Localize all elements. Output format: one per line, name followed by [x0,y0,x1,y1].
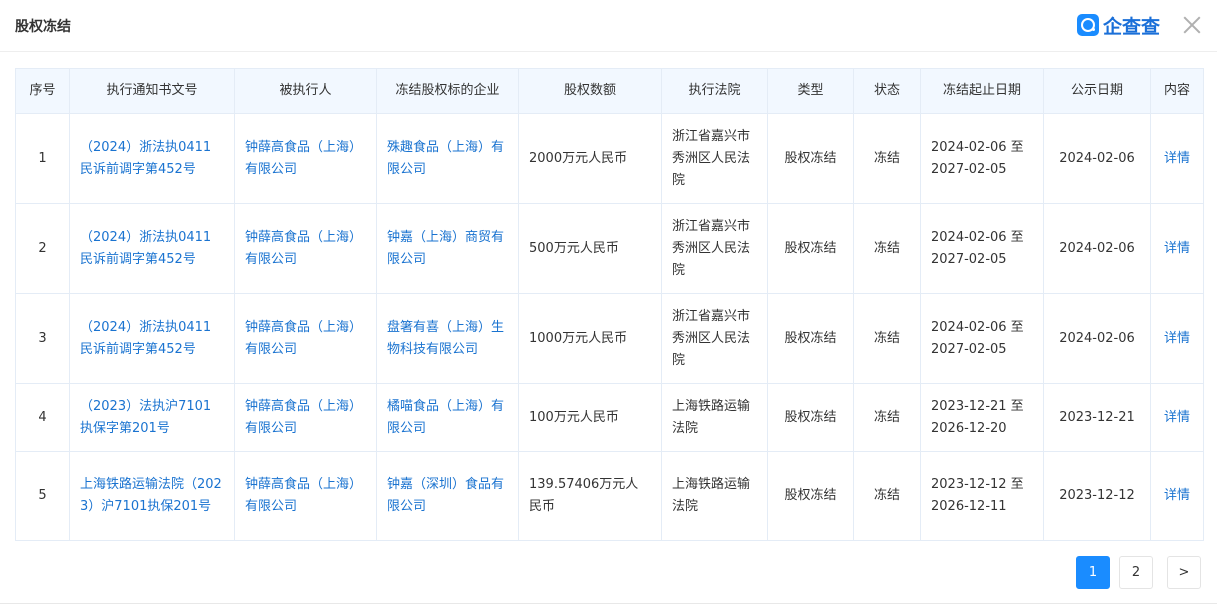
col-header-executed: 被执行人 [234,68,377,114]
target-company-link[interactable]: 钟嘉（上海）商贸有限公司 [376,203,519,294]
row-index: 2 [15,203,70,294]
equity-amount: 500万元人民币 [518,203,662,294]
freeze-period: 2023-12-21 至 2026-12-20 [920,383,1044,452]
freeze-period: 2023-12-12 至 2026-12-11 [920,451,1044,541]
next-page-button[interactable]: > [1167,556,1201,589]
dialog-title: 股权冻结 [15,19,71,35]
equity-amount: 1000万元人民币 [518,293,662,384]
page-button-2[interactable]: 2 [1119,556,1153,589]
freeze-status: 冻结 [853,383,921,452]
target-company-link[interactable]: 橘喵食品（上海）有限公司 [376,383,519,452]
equity-freeze-table: 序号 执行通知书文号 被执行人 冻结股权标的企业 股权数额 执行法院 类型 状态… [15,68,1204,541]
court-name: 上海铁路运输法院 [661,451,768,541]
target-company-link[interactable]: 盘箸有喜（上海）生物科技有限公司 [376,293,519,384]
executed-party-link[interactable]: 钟薛高食品（上海）有限公司 [234,293,377,384]
col-header-status: 状态 [853,68,921,114]
freeze-type: 股权冻结 [767,203,854,294]
col-header-period: 冻结起止日期 [920,68,1044,114]
row-index: 4 [15,383,70,452]
publish-date: 2024-02-06 [1043,113,1151,204]
row-index: 3 [15,293,70,384]
court-name: 浙江省嘉兴市秀洲区人民法院 [661,113,768,204]
col-header-type: 类型 [767,68,854,114]
table-row: 3 （2024）浙法执0411民诉前调字第452号 钟薛高食品（上海）有限公司 … [15,293,1204,384]
row-index: 1 [15,113,70,204]
detail-link[interactable]: 详情 [1150,113,1204,204]
doc-no-link[interactable]: （2024）浙法执0411民诉前调字第452号 [69,203,235,294]
detail-link[interactable]: 详情 [1150,451,1204,541]
court-name: 浙江省嘉兴市秀洲区人民法院 [661,203,768,294]
col-header-content: 内容 [1150,68,1204,114]
table-row: 5 上海铁路运输法院（2023）沪7101执保201号 钟薛高食品（上海）有限公… [15,451,1204,541]
doc-no-link[interactable]: 上海铁路运输法院（2023）沪7101执保201号 [69,451,235,541]
court-name: 上海铁路运输法院 [661,383,768,452]
table-row: 4 （2023）法执沪7101执保字第201号 钟薛高食品（上海）有限公司 橘喵… [15,383,1204,452]
col-header-court: 执行法院 [661,68,768,114]
freeze-type: 股权冻结 [767,383,854,452]
page-button-1[interactable]: 1 [1076,556,1110,589]
dialog-header: 股权冻结 企查查 [0,0,1217,52]
col-header-target: 冻结股权标的企业 [376,68,519,114]
equity-amount: 139.57406万元人民币 [518,451,662,541]
freeze-status: 冻结 [853,113,921,204]
publish-date: 2024-02-06 [1043,203,1151,294]
executed-party-link[interactable]: 钟薛高食品（上海）有限公司 [234,203,377,294]
target-company-link[interactable]: 钟嘉（深圳）食品有限公司 [376,451,519,541]
doc-no-link[interactable]: （2024）浙法执0411民诉前调字第452号 [69,113,235,204]
equity-amount: 2000万元人民币 [518,113,662,204]
bottom-divider [0,603,1217,604]
publish-date: 2023-12-12 [1043,451,1151,541]
target-company-link[interactable]: 殊趣食品（上海）有限公司 [376,113,519,204]
publish-date: 2024-02-06 [1043,293,1151,384]
doc-no-link[interactable]: （2023）法执沪7101执保字第201号 [69,383,235,452]
executed-party-link[interactable]: 钟薛高食品（上海）有限公司 [234,113,377,204]
table-row: 1 （2024）浙法执0411民诉前调字第452号 钟薛高食品（上海）有限公司 … [15,113,1204,204]
detail-link[interactable]: 详情 [1150,293,1204,384]
row-index: 5 [15,451,70,541]
detail-link[interactable]: 详情 [1150,203,1204,294]
table-row: 2 （2024）浙法执0411民诉前调字第452号 钟薛高食品（上海）有限公司 … [15,203,1204,294]
freeze-status: 冻结 [853,293,921,384]
freeze-type: 股权冻结 [767,113,854,204]
freeze-type: 股权冻结 [767,293,854,384]
court-name: 浙江省嘉兴市秀洲区人民法院 [661,293,768,384]
brand-logo: 企查查 [1077,12,1160,38]
col-header-index: 序号 [15,68,70,114]
close-icon[interactable] [1180,13,1204,37]
freeze-type: 股权冻结 [767,451,854,541]
freeze-period: 2024-02-06 至 2027-02-05 [920,293,1044,384]
col-header-pub-date: 公示日期 [1043,68,1151,114]
freeze-period: 2024-02-06 至 2027-02-05 [920,203,1044,294]
executed-party-link[interactable]: 钟薛高食品（上海）有限公司 [234,383,377,452]
executed-party-link[interactable]: 钟薛高食品（上海）有限公司 [234,451,377,541]
freeze-period: 2024-02-06 至 2027-02-05 [920,113,1044,204]
col-header-amount: 股权数额 [518,68,662,114]
freeze-status: 冻结 [853,451,921,541]
table-header-row: 序号 执行通知书文号 被执行人 冻结股权标的企业 股权数额 执行法院 类型 状态… [15,68,1204,114]
doc-no-link[interactable]: （2024）浙法执0411民诉前调字第452号 [69,293,235,384]
col-header-doc-no: 执行通知书文号 [69,68,235,114]
qichacha-logo-icon [1077,14,1099,36]
freeze-status: 冻结 [853,203,921,294]
publish-date: 2023-12-21 [1043,383,1151,452]
detail-link[interactable]: 详情 [1150,383,1204,452]
brand-name: 企查查 [1103,15,1161,38]
equity-amount: 100万元人民币 [518,383,662,452]
